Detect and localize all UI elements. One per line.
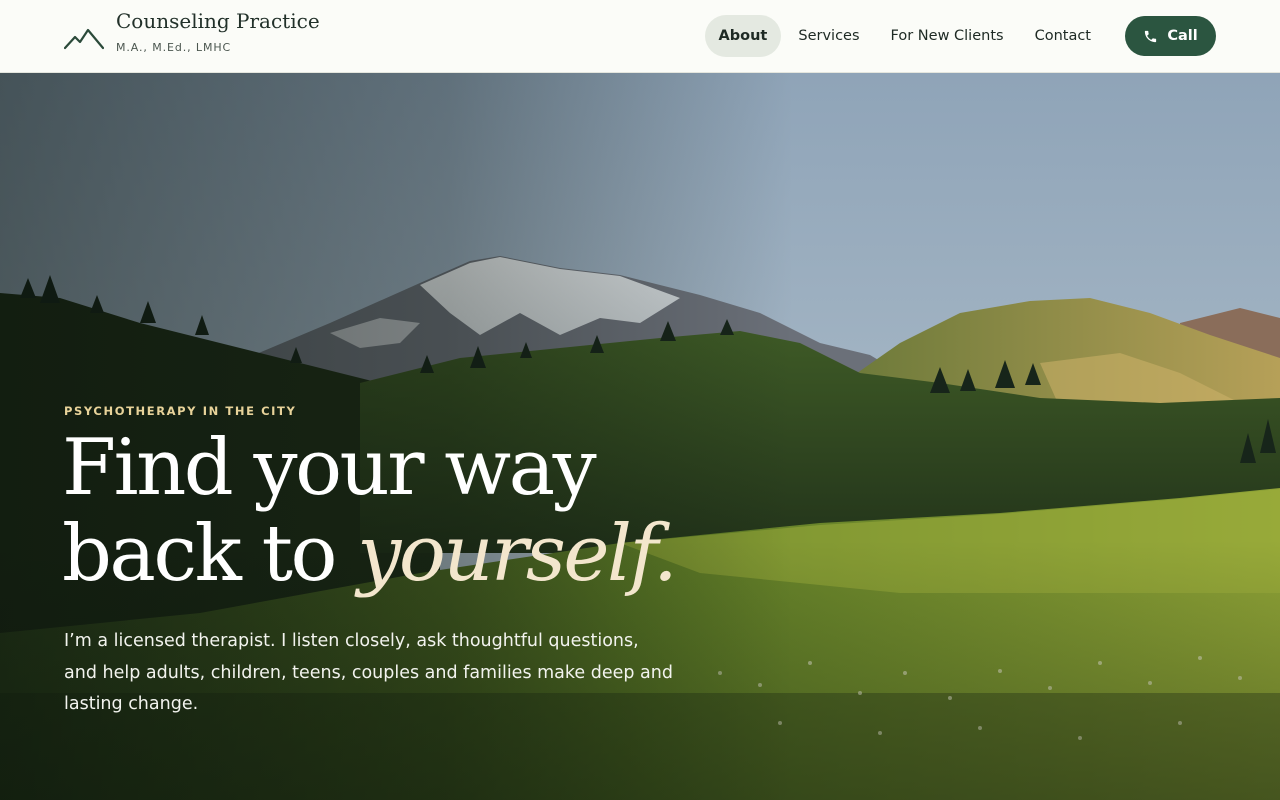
- hero-eyebrow: PSYCHOTHERAPY IN THE CITY: [64, 404, 297, 418]
- hero-lead-text: I’m a licensed therapist. I listen close…: [64, 631, 673, 714]
- nav-item-services[interactable]: Services: [784, 15, 873, 57]
- call-button[interactable]: Call: [1125, 16, 1216, 56]
- site-header: Counseling Practice M.A., M.Ed., LMHC Ab…: [0, 0, 1280, 73]
- nav-item-contact[interactable]: Contact: [1021, 15, 1105, 57]
- headline-line-1: Find your way: [62, 423, 597, 513]
- hero-headline: Find your way back to yourself.: [62, 423, 678, 599]
- headline-line-2: back to: [62, 509, 358, 599]
- brand-credentials: M.A., M.Ed., LMHC: [116, 41, 232, 54]
- headline-accent: yourself.: [357, 509, 678, 599]
- nav-item-about[interactable]: About: [704, 15, 782, 57]
- brand-text: Counseling Practice M.A., M.Ed., LMHC: [116, 8, 320, 54]
- nav-item-new-clients[interactable]: For New Clients: [877, 15, 1018, 57]
- mountain-icon: [64, 28, 104, 50]
- main-nav: About Services For New Clients Contact C…: [702, 15, 1216, 57]
- hero-section: PSYCHOTHERAPY IN THE CITY Find your way …: [0, 73, 1280, 800]
- brand-home-link[interactable]: Counseling Practice M.A., M.Ed., LMHC: [64, 8, 320, 54]
- brand-title: Counseling Practice: [116, 9, 320, 33]
- call-button-label: Call: [1167, 28, 1198, 44]
- phone-icon: [1145, 30, 1157, 42]
